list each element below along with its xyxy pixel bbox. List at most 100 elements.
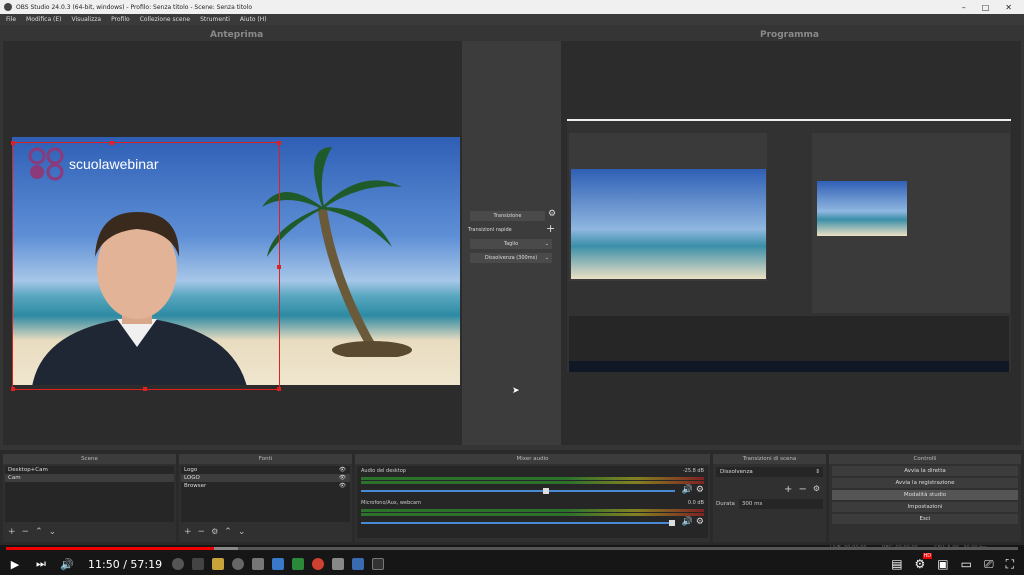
resize-handle[interactable] [110,141,114,145]
exit-button[interactable]: Esci [832,514,1018,524]
add-transition-icon[interactable]: + [784,484,792,495]
speaker-icon[interactable]: 🔊 [682,485,693,495]
taskbar-icons [172,558,385,570]
resize-handle[interactable] [277,265,281,269]
move-down-icon[interactable]: ⌄ [49,527,57,537]
settings-icon[interactable]: ⚙ HD [915,553,933,571]
transition-column: Transizione ⚙ Transizioni rapide + Tagli… [462,41,561,445]
seek-bar[interactable] [6,547,1018,550]
scene-transitions-dock: Transizioni di scena Dissolvenza ⇕ + − ⚙… [713,454,826,542]
fullscreen-icon[interactable]: ⛶ [1006,557,1014,572]
taskbar-app-icon [372,558,385,570]
scene-item[interactable]: Desktop+Cam [5,466,174,474]
source-selection-box[interactable] [11,141,281,391]
track-settings-icon[interactable]: ⚙ [696,485,704,495]
track-settings-icon[interactable]: ⚙ [696,517,704,527]
add-source-icon[interactable]: + [184,527,192,537]
fade-button[interactable]: Dissolvenza (300ms) ⌄ [470,253,552,263]
current-time: 11:50 [88,557,120,571]
cast-icon[interactable]: ⎚ [984,557,994,572]
visibility-eye-icon[interactable]: 👁 [339,483,346,489]
scenes-header: Scene [3,454,176,464]
add-scene-icon[interactable]: + [8,527,16,537]
menu-tools[interactable]: Strumenti [200,16,230,23]
resize-handle[interactable] [143,387,147,391]
controls-header: Controlli [829,454,1021,464]
mixer-track-db: -25.8 dB [682,468,704,474]
sources-header: Fonti [179,454,352,464]
resize-handle[interactable] [277,141,281,145]
remove-transition-icon[interactable]: − [798,484,806,495]
miniplayer-icon[interactable]: ▣ [937,557,948,571]
move-down-icon[interactable]: ⌄ [238,527,246,537]
scene-item[interactable]: Cam [5,474,174,482]
scene-transitions-header: Transizioni di scena [713,454,826,464]
chevron-down-icon: ⌄ [544,241,549,247]
add-quick-transition-icon[interactable]: + [546,222,555,235]
resize-handle[interactable] [11,387,15,391]
minimize-icon[interactable]: – [962,3,966,12]
sources-list: Logo 👁 LOGO 👁 Browser 👁 [181,466,350,522]
volume-slider-knob[interactable] [543,488,550,494]
settings-button[interactable]: Impostazioni [832,502,1018,512]
start-recording-button[interactable]: Avvia la registrazione [832,478,1018,488]
mixer-header: Mixer audio [355,454,710,464]
nested-obs-capture [567,119,1011,372]
source-settings-icon[interactable]: ⚙ [211,527,218,537]
taskbar-app-icon [212,558,225,570]
maximize-icon[interactable]: □ [982,3,990,12]
start-streaming-button[interactable]: Avvia la diretta [832,466,1018,476]
speaker-icon[interactable]: 🔊 [682,517,693,527]
menu-profile[interactable]: Profilo [111,16,130,23]
menu-scene-collection[interactable]: Collezione scene [140,16,190,23]
menu-help[interactable]: Aiuto (H) [240,16,267,23]
preview-canvas[interactable]: scuolawebinar [3,41,462,445]
chevron-down-icon: ⌄ [544,255,549,261]
play-icon[interactable]: ▶ [4,558,26,571]
duration-input[interactable]: 300 ms [738,499,823,509]
cut-button[interactable]: Taglio ⌄ [470,239,552,249]
remove-scene-icon[interactable]: − [22,527,30,537]
remove-source-icon[interactable]: − [198,527,206,537]
next-icon[interactable]: ⏭ [30,557,52,571]
duration-label: Durata [716,501,735,507]
visibility-eye-icon[interactable]: 👁 [339,475,346,481]
source-item[interactable]: LOGO 👁 [181,474,350,482]
volume-slider-knob[interactable] [668,520,675,526]
transition-button[interactable]: Transizione [470,211,545,221]
program-canvas [561,41,1021,445]
taskbar-app-icon [192,558,205,570]
volume-slider[interactable] [361,488,675,494]
transition-select[interactable]: Dissolvenza ⇕ [716,467,823,477]
window-title: OBS Studio 24.0.3 (64-bit, windows) - Pr… [16,3,253,11]
menu-file[interactable]: File [6,16,16,23]
taskbar-app-icon [172,558,185,570]
volume-slider[interactable] [361,520,675,526]
resize-handle[interactable] [11,141,15,145]
controls-dock: Controlli Avvia la diretta Avvia la regi… [829,454,1021,542]
theater-icon[interactable]: ▭ [961,557,972,571]
menu-bar: File Modifica (E) Visualizza Profilo Col… [0,14,1024,25]
video-player-bar: LIVE: 00:00:00 REC: 00:00:00 CPU: 5.0%, … [0,545,1024,575]
volume-icon[interactable]: 🔊 [56,558,78,571]
chevron-updown-icon: ⇕ [815,469,820,475]
move-up-icon[interactable]: ⌃ [35,527,43,537]
menu-edit[interactable]: Modifica (E) [26,16,61,23]
sources-dock: Fonti Logo 👁 LOGO 👁 Browser 👁 + − ⚙ ⌃ ⌄ [179,454,352,542]
taskbar-app-icon [312,558,325,570]
resize-handle[interactable] [277,387,281,391]
close-icon[interactable]: ✕ [1005,3,1012,12]
studio-mode-button[interactable]: Modalità studio [832,490,1018,500]
transition-gear-icon[interactable]: ⚙ [548,209,556,219]
source-item[interactable]: Browser 👁 [181,482,350,490]
transition-settings-icon[interactable]: ⚙ [813,484,820,495]
subtitles-icon[interactable]: ▤ [891,557,902,571]
audio-meter [361,477,704,480]
source-item[interactable]: Logo 👁 [181,466,350,474]
menu-view[interactable]: Visualizza [72,16,102,23]
move-up-icon[interactable]: ⌃ [224,527,232,537]
taskbar-app-icon [232,558,245,570]
title-bar: OBS Studio 24.0.3 (64-bit, windows) - Pr… [0,0,1024,14]
mouse-cursor-icon: ➤ [512,386,520,396]
visibility-eye-icon[interactable]: 👁 [339,467,346,473]
